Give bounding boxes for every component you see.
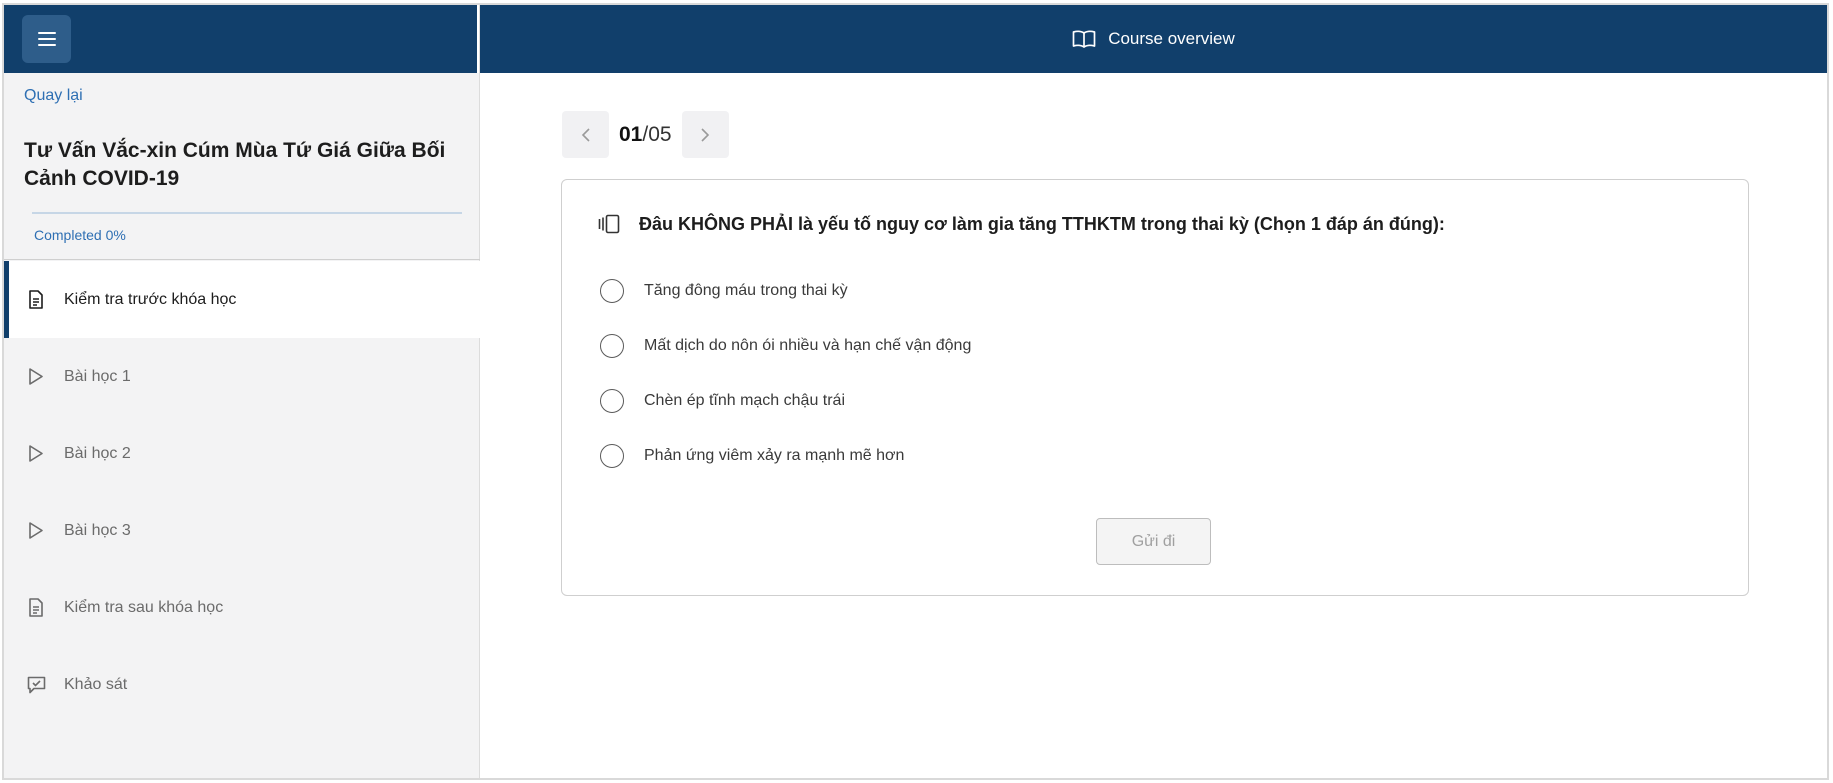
answer-option[interactable]: Tăng đông máu trong thai kỳ: [600, 278, 971, 304]
sidebar-item-lesson-3[interactable]: Bài học 3: [4, 492, 480, 569]
play-icon: [26, 444, 46, 464]
document-icon: [26, 290, 46, 310]
app-frame: Quay lại Tư Vấn Vắc-xin Cúm Mùa Tứ Giá G…: [2, 3, 1829, 780]
sidebar-item-lesson-1[interactable]: Bài học 1: [4, 338, 480, 415]
sidebar-item-lesson-2[interactable]: Bài học 2: [4, 415, 480, 492]
menu-toggle-button[interactable]: [22, 15, 71, 63]
sidebar-divider: [4, 259, 480, 260]
sidebar-item-survey[interactable]: Khảo sát: [4, 646, 480, 723]
question-pager: 01/05: [562, 111, 729, 158]
play-icon: [26, 367, 46, 387]
book-icon: [1072, 30, 1096, 48]
header-title: Course overview: [1108, 29, 1235, 48]
question: Đâu KHÔNG PHẢI là yếu tố nguy cơ làm gia…: [598, 213, 1445, 235]
radio-button[interactable]: [600, 444, 624, 468]
document-icon: [26, 598, 46, 618]
play-icon: [26, 521, 46, 541]
radio-button[interactable]: [600, 334, 624, 358]
previous-question-button[interactable]: [562, 111, 609, 158]
sidebar-item-label: Bài học 3: [64, 521, 131, 539]
question-counter: 01/05: [619, 123, 672, 147]
answer-option-label: Tăng đông máu trong thai kỳ: [644, 282, 848, 299]
radio-button[interactable]: [600, 279, 624, 303]
hamburger-icon: [37, 28, 56, 50]
question-text: Đâu KHÔNG PHẢI là yếu tố nguy cơ làm gia…: [639, 213, 1445, 234]
lesson-nav: Kiểm tra trước khóa học Bài học 1 Bài họ…: [4, 261, 480, 723]
main-content: Course overview 01/05 Đâu KHÔNG PHẢI là …: [480, 5, 1827, 778]
next-question-button[interactable]: [681, 111, 729, 158]
question-card: Đâu KHÔNG PHẢI là yếu tố nguy cơ làm gia…: [561, 179, 1749, 596]
sidebar-item-label: Khảo sát: [64, 675, 128, 693]
answer-option-label: Phản ứng viêm xảy ra mạnh mẽ hơn: [644, 447, 905, 464]
sidebar-header: [4, 5, 479, 73]
back-link[interactable]: Quay lại: [24, 87, 83, 105]
answer-option[interactable]: Chèn ép tĩnh mạch chậu trái: [600, 388, 971, 414]
current-question-number: 01: [619, 122, 643, 146]
course-overview-button[interactable]: Course overview: [480, 5, 1827, 73]
radio-button[interactable]: [600, 389, 624, 413]
course-title: Tư Vấn Vắc-xin Cúm Mùa Tứ Giá Giữa Bối C…: [24, 139, 446, 190]
sidebar-item-label: Kiểm tra trước khóa học: [64, 290, 237, 308]
progress-bar: [32, 212, 462, 214]
answer-option[interactable]: Mất dịch do nôn ói nhiều và hạn chế vận …: [600, 333, 971, 359]
submit-button[interactable]: Gửi đi: [1096, 518, 1211, 565]
sidebar-item-label: Bài học 1: [64, 367, 131, 385]
answer-option-label: Chèn ép tĩnh mạch chậu trái: [644, 392, 846, 409]
cards-icon: [598, 213, 622, 235]
answer-option[interactable]: Phản ứng viêm xảy ra mạnh mẽ hơn: [600, 443, 971, 469]
chevron-left-icon: [581, 127, 590, 142]
sidebar-item-label: Bài học 2: [64, 444, 131, 462]
total-questions: /05: [642, 122, 672, 146]
survey-icon: [26, 675, 46, 695]
answer-option-label: Mất dịch do nôn ói nhiều và hạn chế vận …: [644, 337, 972, 354]
sidebar-item-pre-course-test[interactable]: Kiểm tra trước khóa học: [4, 261, 480, 338]
sidebar-item-post-course-test[interactable]: Kiểm tra sau khóa học: [4, 569, 480, 646]
chevron-right-icon: [701, 127, 710, 142]
sidebar: Quay lại Tư Vấn Vắc-xin Cúm Mùa Tứ Giá G…: [4, 5, 480, 778]
progress-label: Completed 0%: [34, 227, 126, 243]
sidebar-item-label: Kiểm tra sau khóa học: [64, 598, 224, 616]
answer-options: Tăng đông máu trong thai kỳ Mất dịch do …: [600, 278, 971, 498]
